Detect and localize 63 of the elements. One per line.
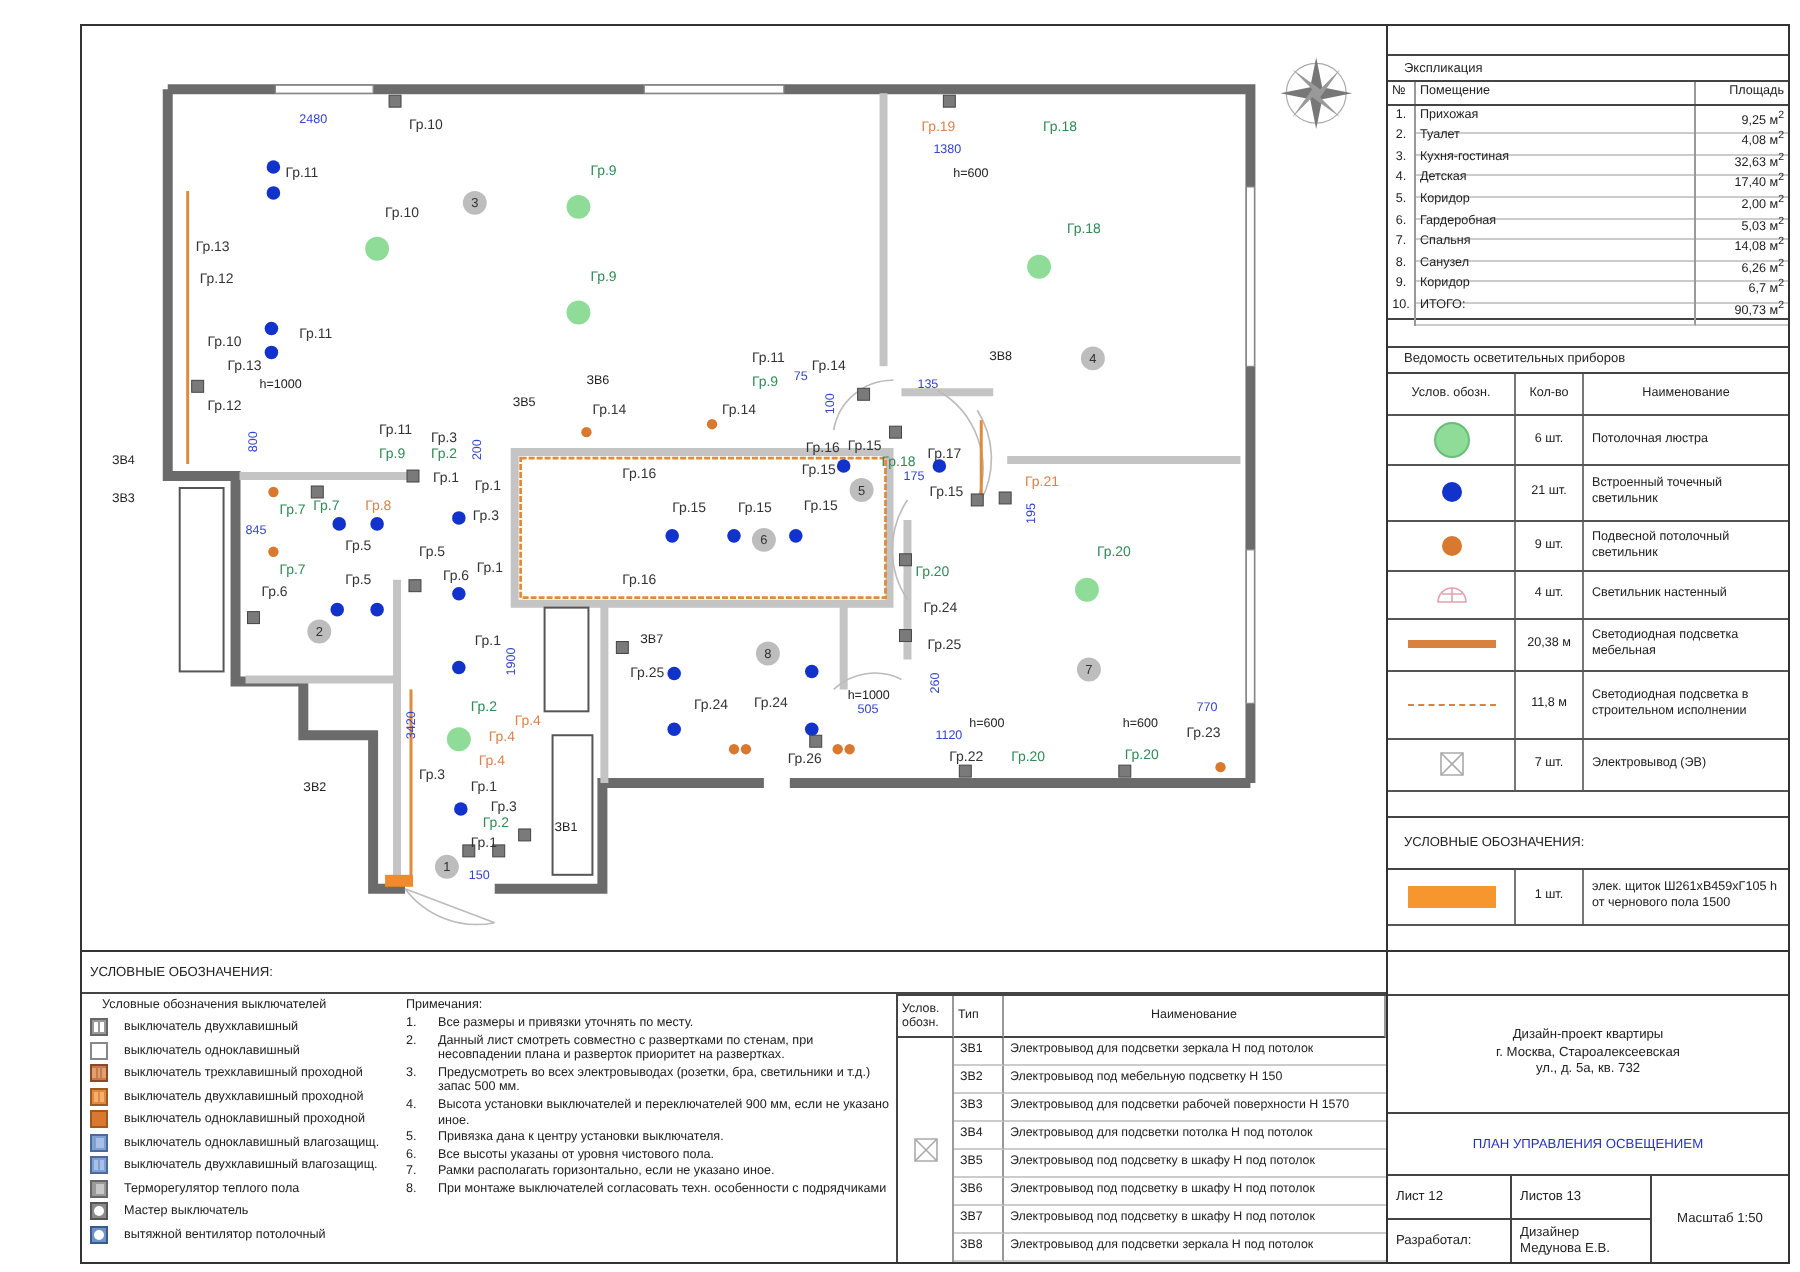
- compass-rose-icon: [1280, 57, 1353, 130]
- switch-symbol-icon: [90, 1179, 108, 1198]
- pendant-lamp-icon: [1215, 761, 1226, 773]
- ceiling-chandelier-icon: [566, 194, 591, 219]
- ceiling-chandelier-icon: [1074, 577, 1099, 602]
- spotlight-icon: [665, 529, 679, 543]
- spotlight-icon: [330, 602, 344, 617]
- pendant-lamp-icon: [268, 486, 279, 498]
- chandelier-symbol-icon: [1433, 421, 1469, 458]
- spotlight-icon: [370, 602, 384, 617]
- switch-icon: [615, 641, 629, 654]
- pendant-lamp-icon: [706, 419, 718, 430]
- outlet-symbol-icon: [913, 1138, 937, 1162]
- spotlight-icon: [805, 664, 819, 679]
- ceiling-chandelier-icon: [566, 300, 591, 325]
- spotlight-icon: [727, 529, 741, 543]
- spotlight-icon: [805, 722, 819, 737]
- spotlight-icon: [836, 459, 851, 473]
- switch-symbol-icon: [90, 1225, 108, 1244]
- switch-symbol-icon: [90, 1156, 108, 1175]
- spotlight-icon: [452, 660, 466, 675]
- led-strip-symbol: [1407, 640, 1495, 649]
- pendant-lamp-icon: [268, 546, 279, 557]
- spotlight-icon: [667, 666, 681, 681]
- switch-icon: [462, 844, 476, 858]
- switch-symbol-icon: [90, 1064, 108, 1083]
- ceiling-chandelier-icon: [446, 727, 471, 752]
- electrical-panel-icon: [385, 874, 413, 887]
- switch-icon: [857, 387, 871, 401]
- pendant-lamp-symbol-icon: [1441, 535, 1461, 556]
- switch-icon: [889, 425, 902, 439]
- ceiling-chandelier-icon: [365, 236, 390, 261]
- wall-lamp-symbol-icon: [1435, 584, 1467, 605]
- switch-icon: [191, 379, 205, 393]
- switch-symbol-icon: [90, 1087, 108, 1106]
- spotlight-icon: [932, 459, 947, 473]
- switch-symbol-icon: [90, 1202, 108, 1221]
- switch-icon: [310, 485, 324, 499]
- switch-symbol-icon: [90, 1041, 108, 1060]
- spotlight-icon: [452, 511, 466, 525]
- spotlight-symbol-icon: [1441, 482, 1461, 503]
- spotlight-icon: [452, 586, 466, 601]
- pendant-lamp-icon: [581, 427, 592, 438]
- switch-symbol-icon: [90, 1018, 108, 1037]
- switch-icon: [958, 764, 972, 778]
- electrical-panel-symbol: [1407, 885, 1495, 908]
- switch-icon: [247, 611, 260, 625]
- outlet-symbol-icon: [1439, 752, 1463, 777]
- dashed-led-strip-symbol: [1407, 703, 1495, 706]
- switch-icon: [809, 734, 823, 748]
- spotlight-icon: [454, 802, 468, 816]
- switch-icon: [388, 94, 402, 108]
- switch-icon: [899, 553, 912, 567]
- switch-icon: [899, 629, 912, 643]
- switch-icon: [1118, 764, 1132, 778]
- switch-icon: [942, 94, 956, 108]
- spotlight-icon: [667, 722, 681, 737]
- switch-icon: [406, 469, 420, 483]
- spotlight-icon: [370, 517, 384, 531]
- spotlight-icon: [332, 517, 346, 531]
- switch-icon: [408, 579, 422, 593]
- spotlight-icon: [789, 529, 803, 543]
- ceiling-chandelier-icon: [1027, 254, 1052, 279]
